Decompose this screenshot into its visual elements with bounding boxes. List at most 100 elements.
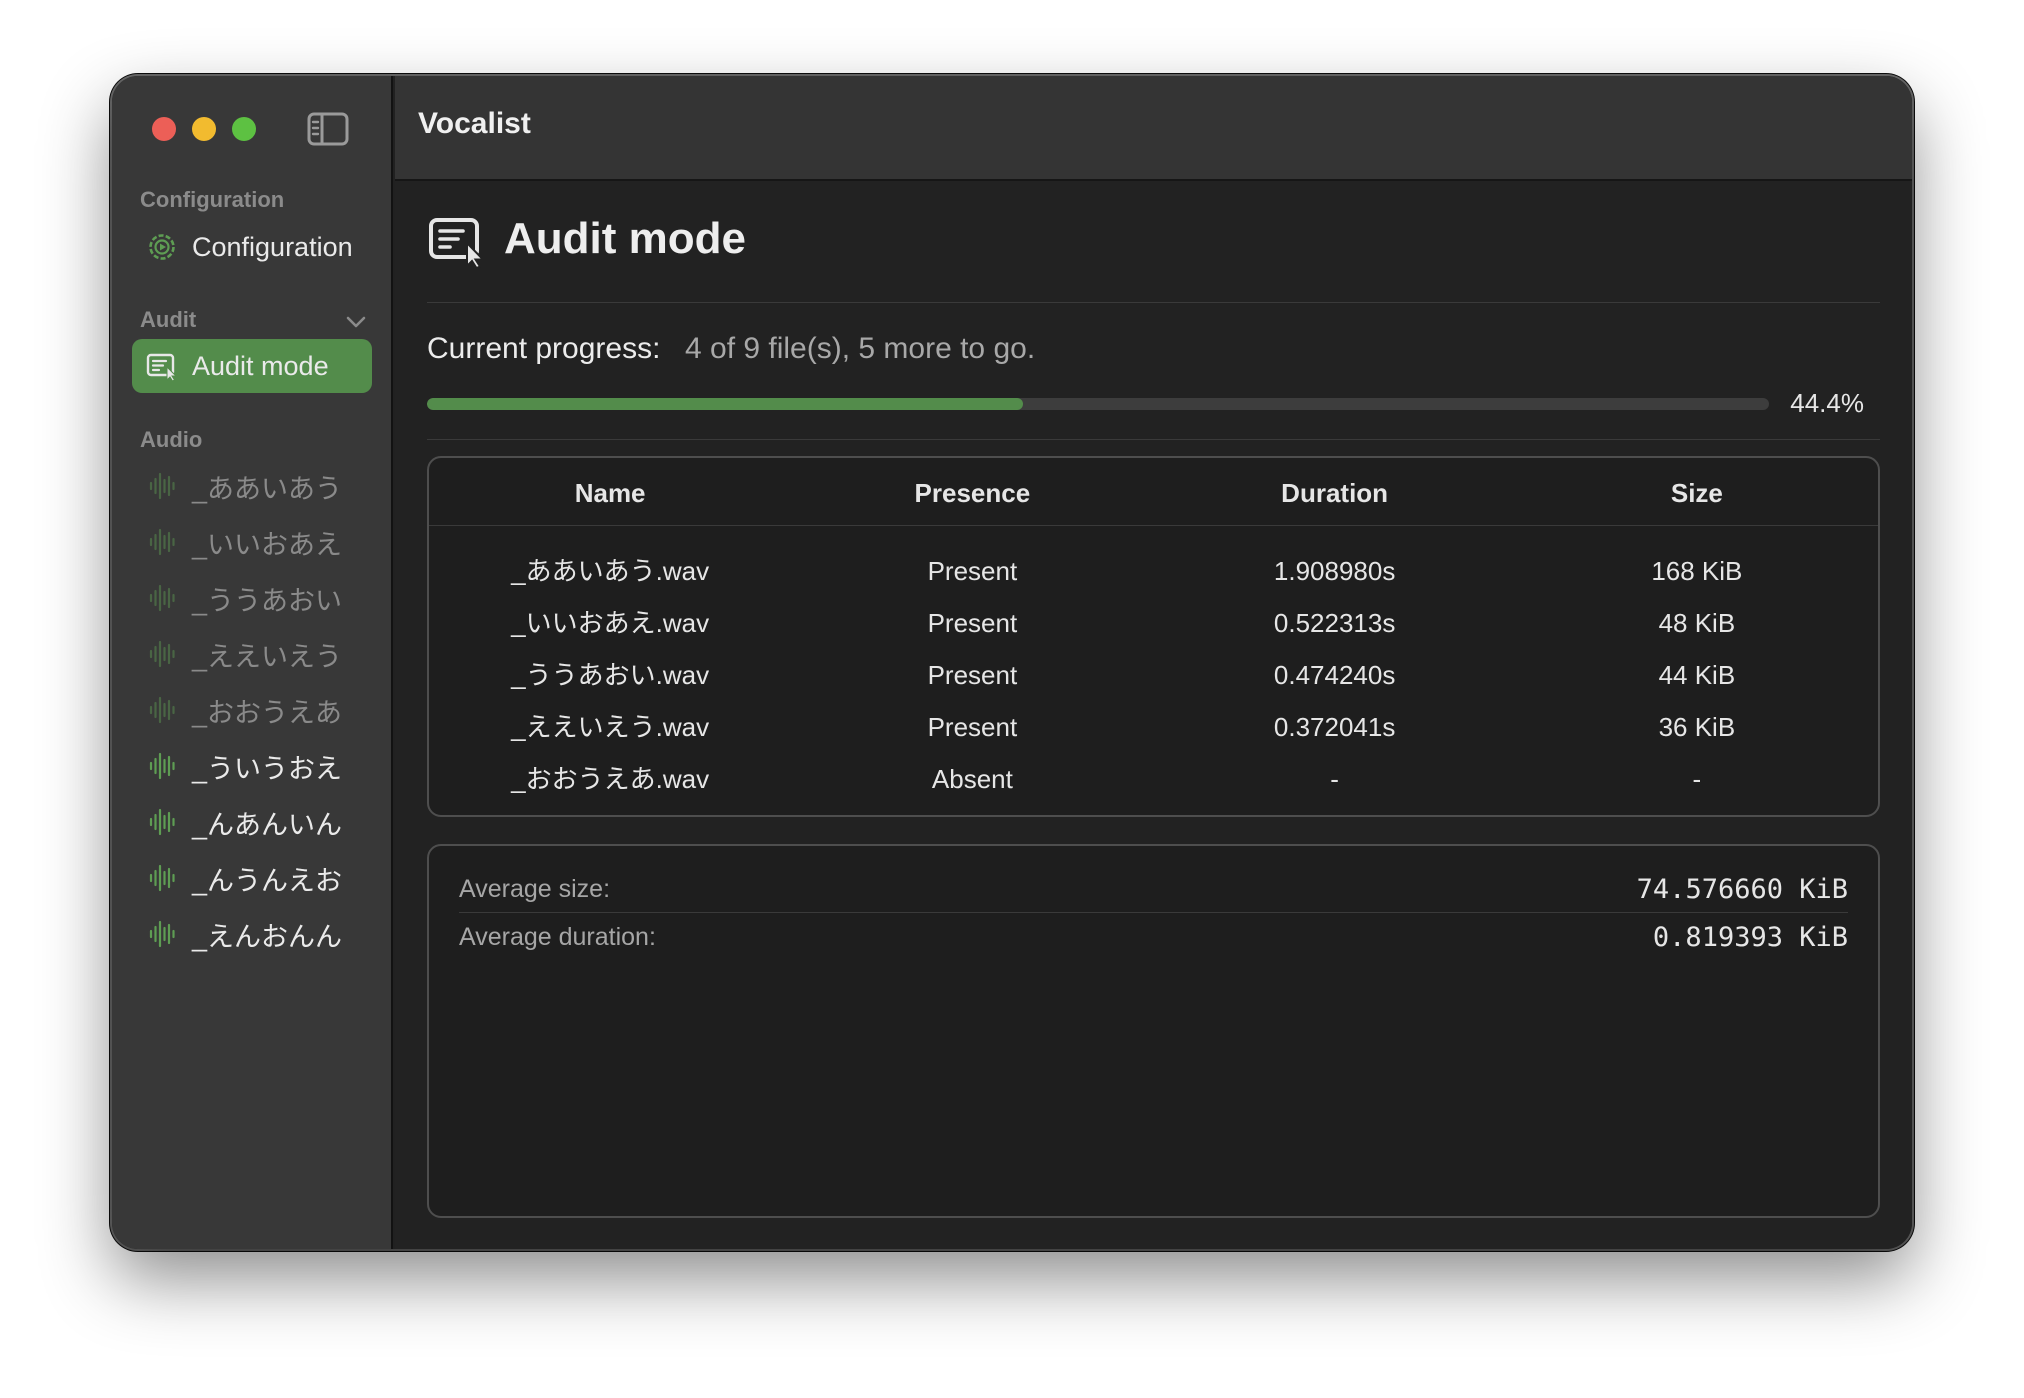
waveform-icon [149,752,175,780]
stat-average-size: Average size: 74.576660 KiB [459,866,1848,912]
page-title: Audit mode [504,214,746,263]
sidebar-item-audio[interactable]: _おおうえあ [132,683,372,737]
sidebar-item-audio[interactable]: _えんおんん [132,907,372,961]
stat-average-duration: Average duration: 0.819393 KiB [459,914,1848,960]
stat-label: Average duration: [459,922,656,951]
progress-label: Current progress: [427,332,661,365]
header-divider [427,302,1880,303]
cell-name: _ういうおえ.wav [429,805,791,815]
waveform-icon [149,864,175,892]
title-bar: Vocalist [395,76,1912,181]
sidebar-item-configuration[interactable]: Configuration [132,220,372,274]
table-header: Name Presence Duration Size [429,458,1878,526]
waveform-icon [149,584,175,612]
zoom-window-button[interactable] [232,117,256,141]
sidebar-item-audio[interactable]: _ええいえう [132,627,372,681]
cell-size: 44 KiB [1658,660,1736,690]
sidebar-item-audio[interactable]: _ううあおい [132,571,372,625]
cell-size: 36 KiB [1658,712,1736,742]
sidebar-item-label: Configuration [192,231,353,262]
sidebar-section-configuration: Configuration [140,187,285,212]
waveform-icon [149,528,175,556]
table-row[interactable]: _ううあおい.wav Present 0.474240s 44 KiB [429,649,1878,701]
sidebar-item-label: _んうんえお [192,865,343,896]
audit-icon [146,353,178,382]
cell-name: _ええいえう.wav [511,712,710,742]
progress-text: 4 of 9 file(s), 5 more to go. [685,332,1036,365]
app-window: Configuration Configuration Audit Audit … [112,76,1912,1249]
sidebar-item-label: _ええいえう [192,641,343,672]
waveform-icon [149,696,175,724]
sidebar-toggle-icon [307,112,349,146]
sidebar-item-audio[interactable]: _んうんえお [132,851,372,905]
sidebar-item-audio[interactable]: _ああいあう [132,459,372,513]
table-row[interactable]: _ああいあう.wav Present 1.908980s 168 KiB [429,545,1878,597]
cell-name: _いいおあえ.wav [511,608,710,638]
app-title: Vocalist [418,107,531,140]
sidebar-item-audit-mode[interactable]: Audit mode [132,339,372,393]
column-header-duration[interactable]: Duration [1154,458,1516,525]
waveform-icon [149,808,175,836]
main-content: Vocalist Audit mode Current progress: 4 … [395,76,1912,1249]
cell-duration: 0.372041s [1273,712,1396,742]
cell-presence: Present [927,608,1018,638]
table-row[interactable]: _ういうおえ.wav Absent - - [429,805,1878,815]
cell-name: _ああいあう.wav [511,556,710,586]
sidebar-item-label: _ああいあう [192,473,343,504]
column-header-name[interactable]: Name [429,458,791,525]
sidebar-item-audio[interactable]: _ういうおえ [132,739,372,793]
gear-icon [149,234,175,260]
progress-bar-fill [427,398,1023,410]
cell-presence: Present [927,556,1018,586]
cell-size: 48 KiB [1658,608,1736,638]
cell-size: - [1516,805,1878,815]
stats-panel: Average size: 74.576660 KiB Average dura… [427,844,1880,1218]
cell-presence: Absent [931,764,1013,794]
cell-presence: Present [927,660,1018,690]
cell-duration: - [1330,764,1339,794]
cell-size: 168 KiB [1651,556,1743,586]
sidebar-item-audio[interactable]: _んあんいん [132,795,372,849]
sidebar-item-label: _えんおんん [192,921,343,952]
minimize-window-button[interactable] [192,117,216,141]
column-header-size[interactable]: Size [1516,458,1878,525]
files-table[interactable]: Name Presence Duration Size _ああいあう.wav P… [427,456,1880,817]
sidebar-toggle-button[interactable] [307,111,349,147]
sidebar-section-audit: Audit [140,307,197,332]
cell-duration: 0.474240s [1273,660,1396,690]
stat-label: Average size: [459,874,611,903]
table-row[interactable]: _ええいえう.wav Present 0.372041s 36 KiB [429,701,1878,753]
audit-icon [429,218,486,268]
column-header-presence[interactable]: Presence [791,458,1153,525]
cell-name: _ううあおい.wav [511,660,710,690]
sidebar-section-audio: Audio [140,427,203,452]
stat-value: 0.819393 KiB [1652,921,1848,953]
table-row[interactable]: _いいおあえ.wav Present 0.522313s 48 KiB [429,597,1878,649]
sidebar-item-label: _んあんいん [192,809,343,840]
close-window-button[interactable] [152,117,176,141]
progress-bar [427,398,1769,410]
cell-presence: Absent [791,805,1153,815]
chevron-down-icon[interactable] [344,310,368,334]
table-body: _ああいあう.wav Present 1.908980s 168 KiB _いい… [429,545,1878,815]
sidebar: Configuration Configuration Audit Audit … [112,76,393,1249]
table-row[interactable]: _おおうえあ.wav Absent - - [429,753,1878,805]
cell-duration: 0.522313s [1273,608,1396,638]
cell-duration: 1.908980s [1273,556,1396,586]
stat-value: 74.576660 KiB [1636,873,1848,905]
waveform-icon [149,472,175,500]
sidebar-item-audio[interactable]: _いいおあえ [132,515,372,569]
cell-name: _おおうえあ.wav [511,764,710,794]
sidebar-item-label: Audit mode [192,350,329,381]
waveform-icon [149,640,175,668]
waveform-icon [149,920,175,948]
progress-divider [427,439,1880,440]
cell-duration: - [1154,805,1516,815]
sidebar-item-label: _いいおあえ [192,529,343,560]
stat-divider [459,912,1848,913]
cell-size: - [1692,764,1702,794]
sidebar-item-label: _ういうおえ [192,753,343,784]
sidebar-item-label: _ううあおい [192,585,343,616]
progress-percent: 44.4% [1790,388,1864,418]
cell-presence: Present [927,712,1018,742]
